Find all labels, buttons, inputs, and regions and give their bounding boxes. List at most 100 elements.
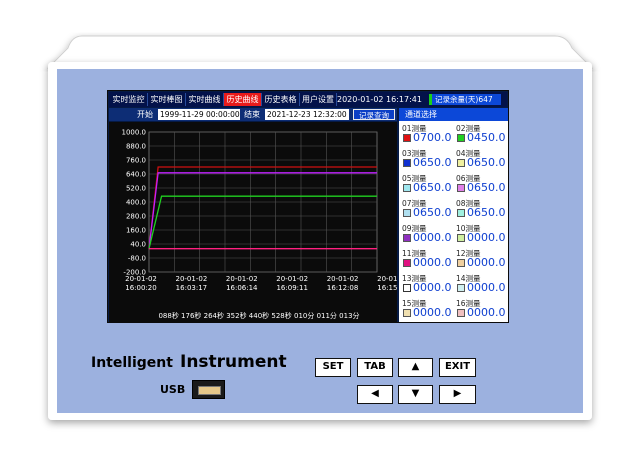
- y-tick-label: -80.0: [128, 255, 146, 263]
- right-arrow-key[interactable]: ▶: [439, 385, 476, 404]
- channel-item[interactable]: 01测量 0700.0: [400, 122, 454, 147]
- x-tick-date: 20-01-02: [327, 275, 359, 283]
- tab-history-curve[interactable]: 历史曲线: [224, 93, 262, 106]
- y-tick-label: 40.0: [130, 241, 146, 249]
- channel-color-swatch: [403, 209, 411, 217]
- tab-key[interactable]: TAB: [357, 358, 393, 377]
- channel-item[interactable]: 16测量 0000.0: [454, 297, 508, 322]
- tab-user-settings[interactable]: 用户设置: [300, 93, 337, 106]
- y-tick-label: 880.0: [126, 143, 146, 151]
- top-nav: 实时监控 实时棒图 实时曲线 历史曲线 历史表格 用户设置 2020-01-02…: [109, 92, 507, 107]
- channel-color-swatch: [403, 259, 411, 267]
- x-tick-date: 20-01-02: [276, 275, 308, 283]
- channel-item[interactable]: 15测量 0000.0: [400, 297, 454, 322]
- y-tick-label: 760.0: [126, 157, 146, 165]
- x-tick-date: 20-01-02: [226, 275, 258, 283]
- usb-port-slot: [198, 386, 221, 395]
- channel-value: 0000.0: [467, 306, 506, 319]
- channel-color-swatch: [457, 234, 465, 242]
- channel-value: 0000.0: [467, 281, 506, 294]
- x-tick-date: 20-01-02: [377, 275, 397, 283]
- channel-item[interactable]: 03测量 0650.0: [400, 147, 454, 172]
- channel-color-swatch: [457, 134, 465, 142]
- channel-color-swatch: [457, 209, 465, 217]
- lcd-screen: 实时监控 实时棒图 实时曲线 历史曲线 历史表格 用户设置 2020-01-02…: [107, 90, 509, 323]
- x-tick-date: 20-01-02: [176, 275, 208, 283]
- x-tick-time: 16:00:20: [125, 284, 156, 292]
- channel-color-swatch: [403, 134, 411, 142]
- y-tick-label: 520.0: [126, 185, 146, 193]
- channel-value: 0000.0: [413, 306, 452, 319]
- x-tick-date: 20-01-02: [125, 275, 157, 283]
- channel-item[interactable]: 04测量 0650.0: [454, 147, 508, 172]
- channel-value: 0000.0: [467, 256, 506, 269]
- record-query-button[interactable]: 记录查询: [353, 109, 395, 120]
- x-tick-time: 16:03:17: [176, 284, 207, 292]
- channel-color-swatch: [403, 284, 411, 292]
- channel-color-swatch: [457, 284, 465, 292]
- channel-color-swatch: [457, 159, 465, 167]
- channel-item[interactable]: 02测量 0450.0: [454, 122, 508, 147]
- channel-color-swatch: [403, 159, 411, 167]
- channel-color-swatch: [403, 309, 411, 317]
- channel-value: 0000.0: [413, 256, 452, 269]
- brand-intelligent: Intelligent: [91, 355, 173, 371]
- channel-item[interactable]: 10测量 0000.0: [454, 222, 508, 247]
- end-label: 结束: [244, 110, 260, 119]
- datetime-readout: 2020-01-02 16:17:41: [337, 95, 422, 104]
- channel-select-panel: 通道选择 01测量 0700.0 02测量 0450.0 03测量 0650.0 04测量 0…: [399, 108, 508, 322]
- channel-value: 0650.0: [413, 206, 452, 219]
- exit-key[interactable]: EXIT: [439, 358, 476, 377]
- channel-value: 0650.0: [467, 206, 506, 219]
- history-curve-chart: 1000.0 880.0 760.0 640.0 520.0 400.0 280.0 160.…: [109, 122, 397, 322]
- down-arrow-key[interactable]: ▼: [398, 385, 433, 404]
- x-scale-label: 088秒 176秒 264秒 352秒 440秒 528秒 010分 011分 …: [158, 311, 359, 320]
- channel-item[interactable]: 05测量 0650.0: [400, 172, 454, 197]
- y-tick-label: 280.0: [126, 213, 146, 221]
- channel-item[interactable]: 06测量 0650.0: [454, 172, 508, 197]
- channel-panel-title: 通道选择: [399, 108, 508, 121]
- x-tick-time: 16:09:11: [276, 284, 307, 292]
- record-remaining-badge: 记录余量(天)647: [429, 94, 501, 105]
- channel-item[interactable]: 08测量 0650.0: [454, 197, 508, 222]
- tab-realtime-curve[interactable]: 实时曲线: [186, 93, 224, 106]
- set-key[interactable]: SET: [315, 358, 351, 377]
- channel-value: 0650.0: [413, 181, 452, 194]
- x-tick-time: 16:15:05: [377, 284, 397, 292]
- channel-value: 0000.0: [413, 281, 452, 294]
- channel-value: 0650.0: [467, 181, 506, 194]
- x-tick-time: 16:06:14: [226, 284, 258, 292]
- tab-realtime-monitor[interactable]: 实时监控: [110, 93, 148, 106]
- channel-value: 0000.0: [467, 231, 506, 244]
- channel-item[interactable]: 07测量 0650.0: [400, 197, 454, 222]
- tab-realtime-bar[interactable]: 实时棒图: [148, 93, 186, 106]
- channel-value: 0450.0: [467, 131, 506, 144]
- channel-color-swatch: [457, 184, 465, 192]
- channel-color-swatch: [457, 259, 465, 267]
- channel-item[interactable]: 09测量 0000.0: [400, 222, 454, 247]
- start-time-field[interactable]: 1999-11-29 00:00:00: [158, 109, 240, 120]
- start-label: 开始: [137, 110, 153, 119]
- channel-value: 0650.0: [467, 156, 506, 169]
- brand-instrument: Instrument: [180, 352, 287, 372]
- y-tick-label: 1000.0: [122, 129, 147, 137]
- tab-history-table[interactable]: 历史表格: [262, 93, 300, 106]
- y-tick-label: 400.0: [126, 199, 146, 207]
- end-time-field[interactable]: 2021-12-23 12:32:00: [265, 109, 349, 120]
- y-tick-label: 640.0: [126, 171, 146, 179]
- channel-color-swatch: [403, 184, 411, 192]
- time-range-bar: 开始 1999-11-29 00:00:00 结束 2021-12-23 12:…: [109, 108, 397, 121]
- up-arrow-key[interactable]: ▲: [398, 358, 433, 377]
- y-tick-label: 160.0: [126, 227, 146, 235]
- usb-port[interactable]: [192, 380, 225, 399]
- usb-label: USB: [160, 383, 186, 396]
- left-arrow-key[interactable]: ◀: [357, 385, 393, 404]
- channel-value: 0700.0: [413, 131, 452, 144]
- channel-value: 0000.0: [413, 231, 452, 244]
- channel-item[interactable]: 14测量 0000.0: [454, 272, 508, 297]
- channel-item[interactable]: 13测量 0000.0: [400, 272, 454, 297]
- channel-item[interactable]: 11测量 0000.0: [400, 247, 454, 272]
- channel-item[interactable]: 12测量 0000.0: [454, 247, 508, 272]
- x-tick-time: 16:12:08: [327, 284, 358, 292]
- channel-color-swatch: [403, 234, 411, 242]
